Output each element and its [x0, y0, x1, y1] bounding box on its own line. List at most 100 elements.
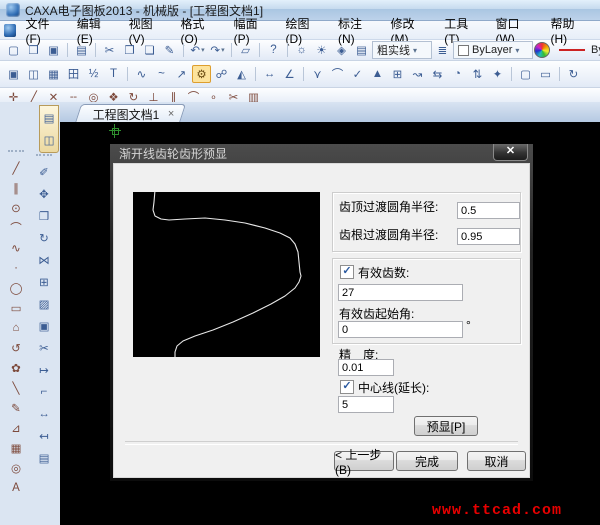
- centerline-input[interactable]: [338, 396, 394, 413]
- tab-close-icon[interactable]: ×: [168, 108, 174, 120]
- refresh-icon[interactable]: ↻: [564, 65, 583, 83]
- drawing-sheet-icon[interactable]: ▱: [236, 41, 255, 59]
- corner-tool-icon[interactable]: ⌐: [35, 383, 54, 401]
- cut-icon[interactable]: ✂: [100, 41, 119, 59]
- cancel-button[interactable]: 取消: [467, 451, 526, 471]
- circle-tool-icon[interactable]: ⊙: [7, 199, 26, 217]
- back-button[interactable]: < 上一步(B): [334, 448, 394, 477]
- symbol-icon[interactable]: ◭: [232, 65, 251, 83]
- rotate-tool-icon[interactable]: ↻: [35, 229, 54, 247]
- frame-icon[interactable]: ▣: [4, 65, 23, 83]
- check-icon[interactable]: ✓: [348, 65, 367, 83]
- rectangle-tool-icon[interactable]: ▭: [7, 299, 26, 317]
- fill-tool-icon[interactable]: ▨: [35, 295, 54, 313]
- chamfer-tool-icon[interactable]: ⊿: [7, 419, 26, 437]
- array-tool-icon[interactable]: ⊞: [35, 273, 54, 291]
- arrow-icon[interactable]: ↗: [172, 65, 191, 83]
- preview-button[interactable]: 预显[P]: [414, 416, 478, 436]
- save-icon[interactable]: ▣: [44, 41, 63, 59]
- hatch-tool-icon[interactable]: ▦: [7, 439, 26, 457]
- tab-document[interactable]: 工程图文档1 ×: [74, 104, 187, 123]
- line-tool-icon[interactable]: ╱: [7, 159, 26, 177]
- layer-on-icon[interactable]: ☀: [312, 41, 331, 59]
- datum-icon[interactable]: ▲: [368, 65, 387, 83]
- tolerance-icon[interactable]: ⊞: [388, 65, 407, 83]
- new-icon[interactable]: ▢: [4, 41, 23, 59]
- color-wheel-icon[interactable]: [534, 42, 550, 58]
- star-icon[interactable]: ✦: [488, 65, 507, 83]
- undo-icon[interactable]: ↶: [188, 41, 207, 59]
- spline-tool-icon[interactable]: ∿: [7, 239, 26, 257]
- text-style-icon[interactable]: T: [104, 65, 123, 83]
- table-icon[interactable]: 田: [64, 65, 83, 83]
- gear-icon[interactable]: ⚙: [192, 65, 211, 83]
- toolbar-drag-handle[interactable]: [36, 154, 52, 159]
- curve-tool-icon[interactable]: ↺: [7, 339, 26, 357]
- swap-icon[interactable]: ⇆: [428, 65, 447, 83]
- open-icon[interactable]: ❒: [24, 41, 43, 59]
- library-tab-icon[interactable]: ▤: [40, 109, 59, 127]
- eraser-tool-icon[interactable]: ✐: [35, 163, 54, 181]
- root-radius-input[interactable]: [457, 228, 520, 245]
- dialog-titlebar[interactable]: 渐开线齿轮齿形预显: [110, 144, 533, 163]
- print-icon[interactable]: ▤: [72, 41, 91, 59]
- library-icon[interactable]: ☍: [212, 65, 231, 83]
- extend-tool-icon[interactable]: ↦: [35, 361, 54, 379]
- finish-button[interactable]: 完成: [396, 451, 458, 471]
- dim2-tool-icon[interactable]: ↤: [35, 427, 54, 445]
- centerline-checkbox[interactable]: ✓: [340, 380, 354, 394]
- centerline-tool-icon[interactable]: ╲: [7, 379, 26, 397]
- ellipse-tool-icon[interactable]: ◯: [7, 279, 26, 297]
- dim-horizontal-icon[interactable]: ↔: [260, 65, 279, 83]
- layer-manager-icon[interactable]: ≣: [433, 41, 452, 59]
- point-tool-icon[interactable]: ·: [7, 259, 26, 277]
- precision-input[interactable]: [338, 359, 394, 376]
- redo-icon[interactable]: ↷: [208, 41, 227, 59]
- dim-angle-icon[interactable]: ∠: [280, 65, 299, 83]
- color-combo[interactable]: ByLayer ▾: [453, 41, 533, 59]
- move-tool-icon[interactable]: ✥: [35, 185, 54, 203]
- layer-bulb-icon[interactable]: ☼: [292, 41, 311, 59]
- format-brush-icon[interactable]: ✎: [160, 41, 179, 59]
- effective-teeth-checkbox[interactable]: ✓: [340, 265, 354, 279]
- parallel-tool-icon[interactable]: ∥: [7, 179, 26, 197]
- properties-tab-icon[interactable]: ◫: [40, 131, 59, 149]
- copy-icon[interactable]: ❐: [120, 41, 139, 59]
- dialog-close-button[interactable]: ✕: [493, 144, 528, 161]
- sort-icon[interactable]: ⇅: [468, 65, 487, 83]
- linetype-combo[interactable]: ByLayer: [551, 41, 600, 59]
- break-line-icon[interactable]: ~: [152, 65, 171, 83]
- monitor-icon[interactable]: ▢: [516, 65, 535, 83]
- arc-tool-icon[interactable]: ⌒: [7, 219, 26, 237]
- dim-tool-icon[interactable]: ↔: [35, 405, 54, 423]
- toolbar-drag-handle[interactable]: [8, 150, 24, 155]
- panel-flyout-tab[interactable]: ▤ ◫: [39, 105, 59, 153]
- leader-icon[interactable]: ⋎: [308, 65, 327, 83]
- help-icon[interactable]: ?: [264, 41, 283, 59]
- title-block-icon[interactable]: ▦: [44, 65, 63, 83]
- radius-dim-icon[interactable]: ⌒: [328, 65, 347, 83]
- layer-lock-icon[interactable]: ◈: [332, 41, 351, 59]
- copy-tool-icon[interactable]: ❐: [35, 207, 54, 225]
- layer-print-icon[interactable]: ▤: [352, 41, 371, 59]
- ruler-icon[interactable]: ▭: [536, 65, 555, 83]
- arc-dim-icon[interactable]: ↝: [408, 65, 427, 83]
- props-tool-icon[interactable]: ▤: [35, 449, 54, 467]
- linewidth-combo[interactable]: 粗实线 ▾: [372, 41, 432, 59]
- trim-tool-icon[interactable]: ✂: [35, 339, 54, 357]
- polygon-tool-icon[interactable]: ⌂: [7, 319, 26, 337]
- mirror-tool-icon[interactable]: ⋈: [35, 251, 54, 269]
- cloud-tool-icon[interactable]: ✿: [7, 359, 26, 377]
- start-angle-input[interactable]: [338, 321, 463, 338]
- paste-icon[interactable]: ❏: [140, 41, 159, 59]
- parts-list-icon[interactable]: ½: [84, 65, 103, 83]
- bubble-tool-icon[interactable]: ◎: [7, 459, 26, 477]
- frame-fill-icon[interactable]: ◫: [24, 65, 43, 83]
- frame-tool-icon[interactable]: ▣: [35, 317, 54, 335]
- text-tool-icon[interactable]: A: [7, 479, 26, 497]
- wave-line-icon[interactable]: ∿: [132, 65, 151, 83]
- effective-teeth-input[interactable]: [338, 284, 463, 301]
- stamp-tool-icon[interactable]: ✎: [7, 399, 26, 417]
- pie-icon[interactable]: ◔: [448, 65, 467, 83]
- tip-radius-input[interactable]: [457, 202, 520, 219]
